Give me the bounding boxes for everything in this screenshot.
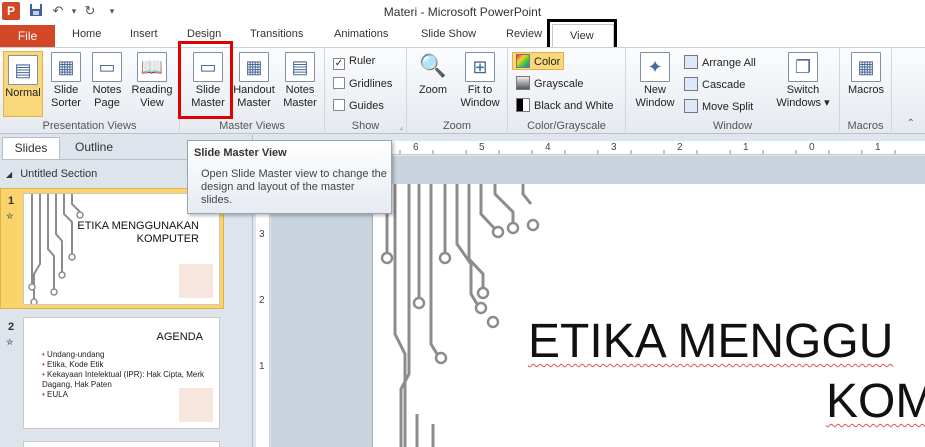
fit-to-window-icon: ⊞ [465, 52, 495, 82]
slide-master-highlight [178, 41, 233, 119]
cascade-button[interactable]: Cascade [684, 77, 745, 91]
ruler-label: 1 [875, 142, 881, 153]
color-button[interactable]: Color [512, 52, 565, 70]
watermark-logo [179, 388, 213, 422]
magnifier-icon: 🔍 [419, 53, 447, 78]
group-macros: ▦ Macros Macros [840, 48, 892, 134]
switch-windows-icon: ❐ [788, 52, 818, 82]
window-title: Materi - Microsoft PowerPoint [383, 5, 542, 19]
cascade-icon [684, 77, 698, 91]
checked-icon: ✓ [333, 58, 345, 70]
group-zoom: 🔍 Zoom ⊞ Fit to Window Zoom [407, 48, 508, 134]
group-label: Macros [847, 120, 884, 132]
group-show: ✓ Ruler Gridlines Guides Show ⌟ [325, 48, 407, 134]
collapse-triangle-icon: ◢ [6, 170, 13, 179]
tab-file[interactable]: File [0, 25, 55, 47]
tab-slide-show[interactable]: Slide Show [421, 28, 476, 40]
watermark-logo [179, 264, 213, 298]
dialog-launcher-icon[interactable]: ⌟ [399, 122, 403, 131]
switch-windows-button[interactable]: ❐ Switch Windows ▾ [772, 52, 834, 110]
reading-view-icon: 📖 [137, 52, 167, 82]
thumbnail-title: ETIKA MENGGUNAKAN KOMPUTER [77, 220, 199, 245]
tab-insert[interactable]: Insert [130, 28, 158, 40]
group-label: Color/Grayscale [527, 120, 606, 132]
circuit-decoration [28, 194, 84, 304]
tab-review[interactable]: Review [506, 28, 542, 40]
slide-sorter-icon: ▦ [51, 52, 81, 82]
handout-master-button[interactable]: ▦ Handout Master [230, 52, 278, 110]
tab-slides[interactable]: Slides [2, 137, 60, 159]
macros-button[interactable]: ▦ Macros [844, 52, 888, 97]
group-label: Show [351, 120, 380, 132]
ribbon: ▤ Normal ▦ Slide Sorter ▭ Notes Page 📖 R… [0, 47, 925, 134]
gridlines-checkbox[interactable]: Gridlines [333, 77, 392, 90]
group-label: Zoom [442, 120, 472, 132]
tab-design[interactable]: Design [187, 28, 221, 40]
normal-view-icon: ▤ [8, 55, 38, 85]
animation-star-icon: ✮ [6, 211, 14, 221]
notes-page-button[interactable]: ▭ Notes Page [88, 52, 126, 110]
ruler-label: 2 [259, 295, 265, 306]
slide-number: 1 [8, 195, 15, 207]
title-bar: P ↶ ▾ ↻ ▾ Materi - Microsoft PowerPoint [0, 0, 925, 23]
tab-home[interactable]: Home [72, 28, 101, 40]
ruler-checkbox[interactable]: ✓ Ruler [333, 55, 375, 70]
animation-star-icon: ✮ [6, 337, 14, 347]
ruler-label: 4 [545, 142, 551, 153]
thumbnail-title: AGENDA [156, 331, 203, 343]
slide-sorter-button[interactable]: ▦ Slide Sorter [45, 52, 87, 110]
black-white-icon [516, 98, 530, 112]
ruler-label: 6 [413, 142, 419, 153]
ruler-label: 5 [479, 142, 485, 153]
ruler-label: 3 [611, 142, 617, 153]
slide-master-tooltip: Slide Master View Open Slide Master view… [187, 140, 392, 214]
zoom-button[interactable]: 🔍 Zoom [413, 52, 453, 97]
slide-thumbnail-2[interactable]: AGENDA • Undang-undang • Etika, Kode Eti… [23, 317, 220, 429]
reading-view-button[interactable]: 📖 Reading View [128, 52, 176, 110]
slide-title-line-1[interactable]: ETIKA MENGGU [528, 314, 893, 370]
fit-to-window-button[interactable]: ⊞ Fit to Window [455, 52, 505, 110]
normal-view-button[interactable]: ▤ Normal [3, 51, 43, 117]
move-split-icon [684, 99, 698, 113]
tab-animations[interactable]: Animations [334, 28, 388, 40]
grayscale-icon [516, 76, 530, 90]
move-split-button[interactable]: Move Split [684, 99, 753, 113]
slide-number: 2 [8, 321, 15, 333]
tab-outline[interactable]: Outline [62, 137, 126, 159]
ruler-label: 3 [259, 229, 265, 240]
ribbon-tab-row: File Home Insert Design Transitions Anim… [0, 23, 925, 47]
ruler-label: 1 [743, 142, 749, 153]
macros-icon: ▦ [851, 52, 881, 82]
tooltip-body: Open Slide Master view to change the des… [201, 168, 387, 206]
collapse-ribbon-icon[interactable]: ⌃ [907, 118, 915, 129]
tooltip-title: Slide Master View [194, 147, 287, 159]
new-window-button[interactable]: ✦ New Window [631, 52, 679, 110]
group-color-grayscale: Color Grayscale Black and White Color/Gr… [508, 48, 626, 134]
notes-master-icon: ▤ [285, 52, 315, 82]
ruler-label: 0 [809, 142, 815, 153]
new-window-icon: ✦ [640, 52, 670, 82]
ruler-label: 2 [677, 142, 683, 153]
group-window: ✦ New Window Arrange All Cascade Move Sp… [626, 48, 840, 134]
color-icon [516, 54, 530, 68]
group-presentation-views: ▤ Normal ▦ Slide Sorter ▭ Notes Page 📖 R… [0, 48, 180, 134]
arrange-all-button[interactable]: Arrange All [684, 55, 756, 69]
ruler-label: 1 [259, 361, 265, 372]
arrange-all-icon [684, 55, 698, 69]
group-label: Presentation Views [42, 120, 137, 132]
section-header[interactable]: ◢ Untitled Section [6, 168, 97, 180]
group-label: Window [712, 120, 753, 132]
group-label: Master Views [219, 120, 285, 132]
guides-checkbox[interactable]: Guides [333, 99, 384, 112]
handout-master-icon: ▦ [239, 52, 269, 82]
slide-title-line-2[interactable]: KOM [826, 374, 925, 430]
current-slide[interactable]: ETIKA MENGGU KOM [372, 184, 925, 447]
notes-master-button[interactable]: ▤ Notes Master [278, 52, 322, 110]
black-and-white-button[interactable]: Black and White [516, 98, 613, 112]
grayscale-button[interactable]: Grayscale [516, 76, 584, 90]
tab-transitions[interactable]: Transitions [250, 28, 303, 40]
slide-thumbnail-3[interactable] [23, 441, 220, 447]
notes-page-icon: ▭ [92, 52, 122, 82]
